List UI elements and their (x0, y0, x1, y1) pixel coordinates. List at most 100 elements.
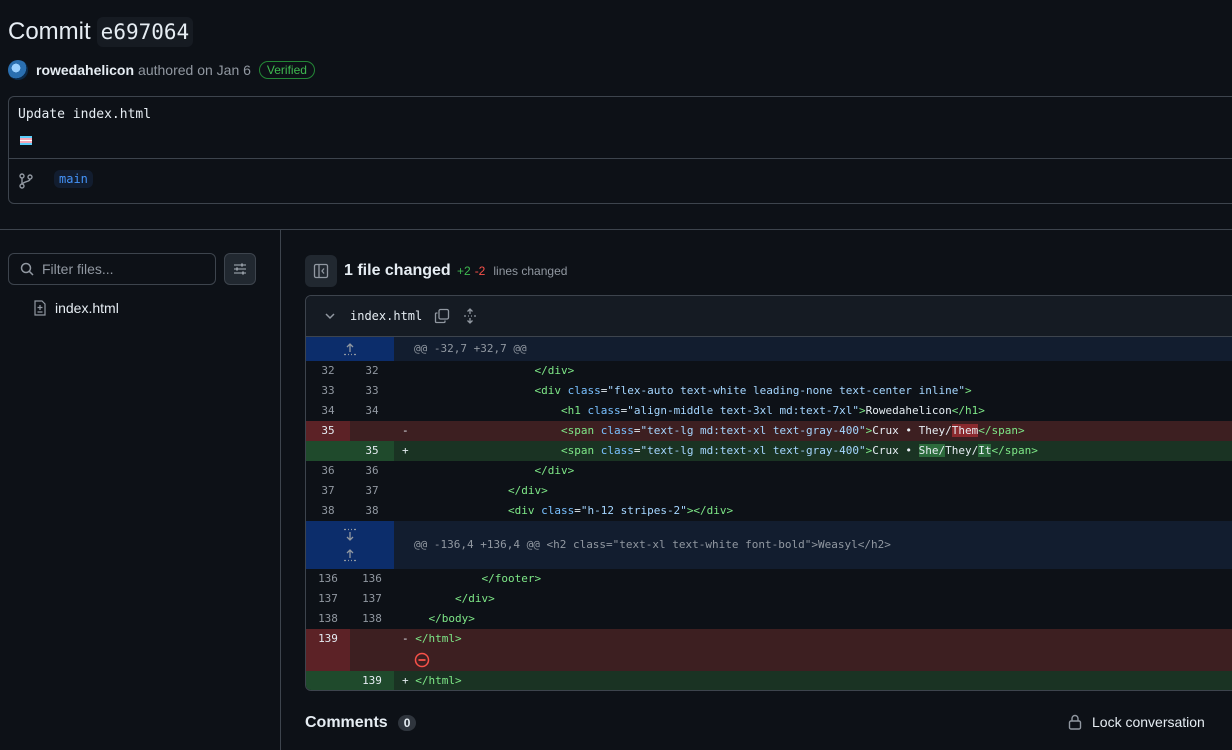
chevron-down-icon[interactable] (324, 310, 336, 322)
word-highlight: She/ (918, 444, 946, 457)
diff-line: 32 32 </div> (306, 361, 1232, 381)
expand-up-icon (344, 343, 356, 356)
code-token: Crux • They/ (872, 424, 952, 437)
diff-line: 36 36 </div> (306, 461, 1232, 481)
search-icon (20, 262, 34, 276)
new-line-number[interactable]: 32 (350, 361, 394, 381)
old-line-number[interactable]: 138 (306, 609, 350, 629)
avatar[interactable] (8, 60, 28, 80)
new-line-number[interactable]: 37 (350, 481, 394, 501)
author-row: rowedahelicon authored on Jan 6 Verified (8, 58, 315, 82)
diff-sign: + (402, 444, 409, 457)
diff-filename[interactable]: index.html (350, 309, 422, 323)
old-line-number[interactable]: 33 (306, 381, 350, 401)
lines-changed-label: lines changed (493, 264, 568, 278)
git-branch-icon (19, 173, 33, 189)
old-line-number[interactable]: 35 (306, 421, 350, 441)
expand-up-icon[interactable] (343, 548, 357, 562)
page-title: Commit (8, 18, 91, 45)
old-line-number-empty (306, 441, 350, 461)
code-token: </div> (454, 592, 495, 605)
file-tree-item[interactable]: index.html (33, 300, 119, 316)
old-line-number[interactable]: 136 (306, 569, 350, 589)
code-token: h-12 stripes-2 (587, 504, 681, 517)
sidebar-collapse-icon (313, 263, 329, 279)
hunk-header-text: @@ -136,4 +136,4 @@ <h2 class="text-xl t… (394, 521, 1232, 569)
code-token: Rowedahelicon (865, 404, 952, 417)
branch-link[interactable]: main (54, 170, 93, 188)
code-token: </div> (507, 484, 548, 497)
authored-date: authored on Jan 6 (138, 62, 251, 78)
code-token: </body> (428, 612, 475, 625)
code-token: flex-auto text-white leading-none text-c… (613, 384, 959, 397)
new-line-number[interactable]: 139 (350, 671, 394, 690)
sidebar-divider (280, 229, 281, 750)
code-line: <div class="h-12 stripes-2"></div> (507, 504, 734, 517)
code-line: - </html> (394, 629, 1232, 671)
code-line: </div> (394, 361, 1232, 381)
new-line-number[interactable]: 138 (350, 609, 394, 629)
new-line-number[interactable]: 36 (350, 461, 394, 481)
old-line-number[interactable]: 34 (306, 401, 350, 421)
code-token: </footer> (481, 572, 542, 585)
expand-down-icon[interactable] (343, 528, 357, 542)
verified-badge[interactable]: Verified (258, 61, 315, 79)
file-diff-header: index.html (306, 296, 1232, 337)
files-changed-title: 1 file changed (344, 262, 451, 279)
new-line-number[interactable]: 33 (350, 381, 394, 401)
old-line-number[interactable]: 38 (306, 501, 350, 521)
diff-line-added: 35 + <span class="text-lg md:text-xl tex… (306, 441, 1232, 461)
lock-label: Lock conversation (1092, 714, 1205, 730)
file-diff: index.html @@ -32,7 +32,7 @@ 32 32 </div… (305, 295, 1232, 691)
author-link[interactable]: rowedahelicon (36, 62, 134, 78)
filter-options-button[interactable] (224, 253, 256, 285)
diff-line: 34 34 <h1 class="align-middle text-3xl m… (306, 401, 1232, 421)
divider (9, 158, 1232, 159)
code-line: - <span class="text-lg md:text-xl text-g… (394, 421, 1232, 441)
expand-buttons (306, 521, 394, 569)
new-line-number[interactable]: 136 (350, 569, 394, 589)
diff-sign: + (402, 674, 409, 687)
old-line-number[interactable]: 139 (306, 629, 350, 671)
old-line-number[interactable]: 37 (306, 481, 350, 501)
toggle-file-tree-button[interactable] (305, 255, 337, 287)
diff-line: 38 38 <div class="h-12 stripes-2"></div> (306, 501, 1232, 521)
file-diff-icon (34, 300, 46, 316)
unfold-icon (464, 308, 477, 324)
commit-header: Commit e697064 (8, 14, 194, 50)
commit-message: Update index.html (18, 107, 152, 122)
new-line-number[interactable]: 137 (350, 589, 394, 609)
expand-all-button[interactable] (462, 308, 478, 324)
diff-line: 137 137 </div> (306, 589, 1232, 609)
code-line: </body> (394, 609, 1232, 629)
filter-files-input[interactable]: Filter files... (8, 253, 216, 285)
new-line-number[interactable]: 35 (350, 441, 394, 461)
new-line-number-empty (350, 421, 394, 441)
hunk-header-text: @@ -32,7 +32,7 @@ (394, 337, 1232, 361)
hunk-header: @@ -32,7 +32,7 @@ (306, 337, 1232, 361)
old-line-number[interactable]: 36 (306, 461, 350, 481)
code-token: text-lg md:text-xl text-gray-400 (647, 424, 859, 437)
code-line: <h1 class="align-middle text-3xl md:text… (560, 404, 985, 417)
deletions-count: -2 (474, 264, 486, 278)
diff-line: 33 33 <div class="flex-auto text-white l… (306, 381, 1232, 401)
expand-up-button[interactable] (306, 337, 394, 361)
code-line: + <span class="text-lg md:text-xl text-g… (394, 441, 1232, 461)
sliders-icon (234, 263, 246, 275)
old-line-number[interactable]: 137 (306, 589, 350, 609)
code-line: + </html> (394, 671, 1232, 690)
code-token: </html> (415, 674, 462, 687)
additions-count: +2 (457, 264, 471, 278)
new-line-number[interactable]: 38 (350, 501, 394, 521)
old-line-number[interactable]: 32 (306, 361, 350, 381)
lock-conversation-button[interactable]: Lock conversation (1068, 714, 1205, 730)
code-token: </div> (534, 364, 575, 377)
commit-sha[interactable]: e697064 (96, 17, 194, 47)
code-line: </div> (394, 461, 1232, 481)
new-line-number[interactable]: 34 (350, 401, 394, 421)
word-highlight: It (978, 444, 992, 457)
diff-line: 136 136 </footer> (306, 569, 1232, 589)
lock-icon (1068, 714, 1082, 730)
copy-path-button[interactable] (434, 308, 450, 324)
code-line: </div> (394, 589, 1232, 609)
